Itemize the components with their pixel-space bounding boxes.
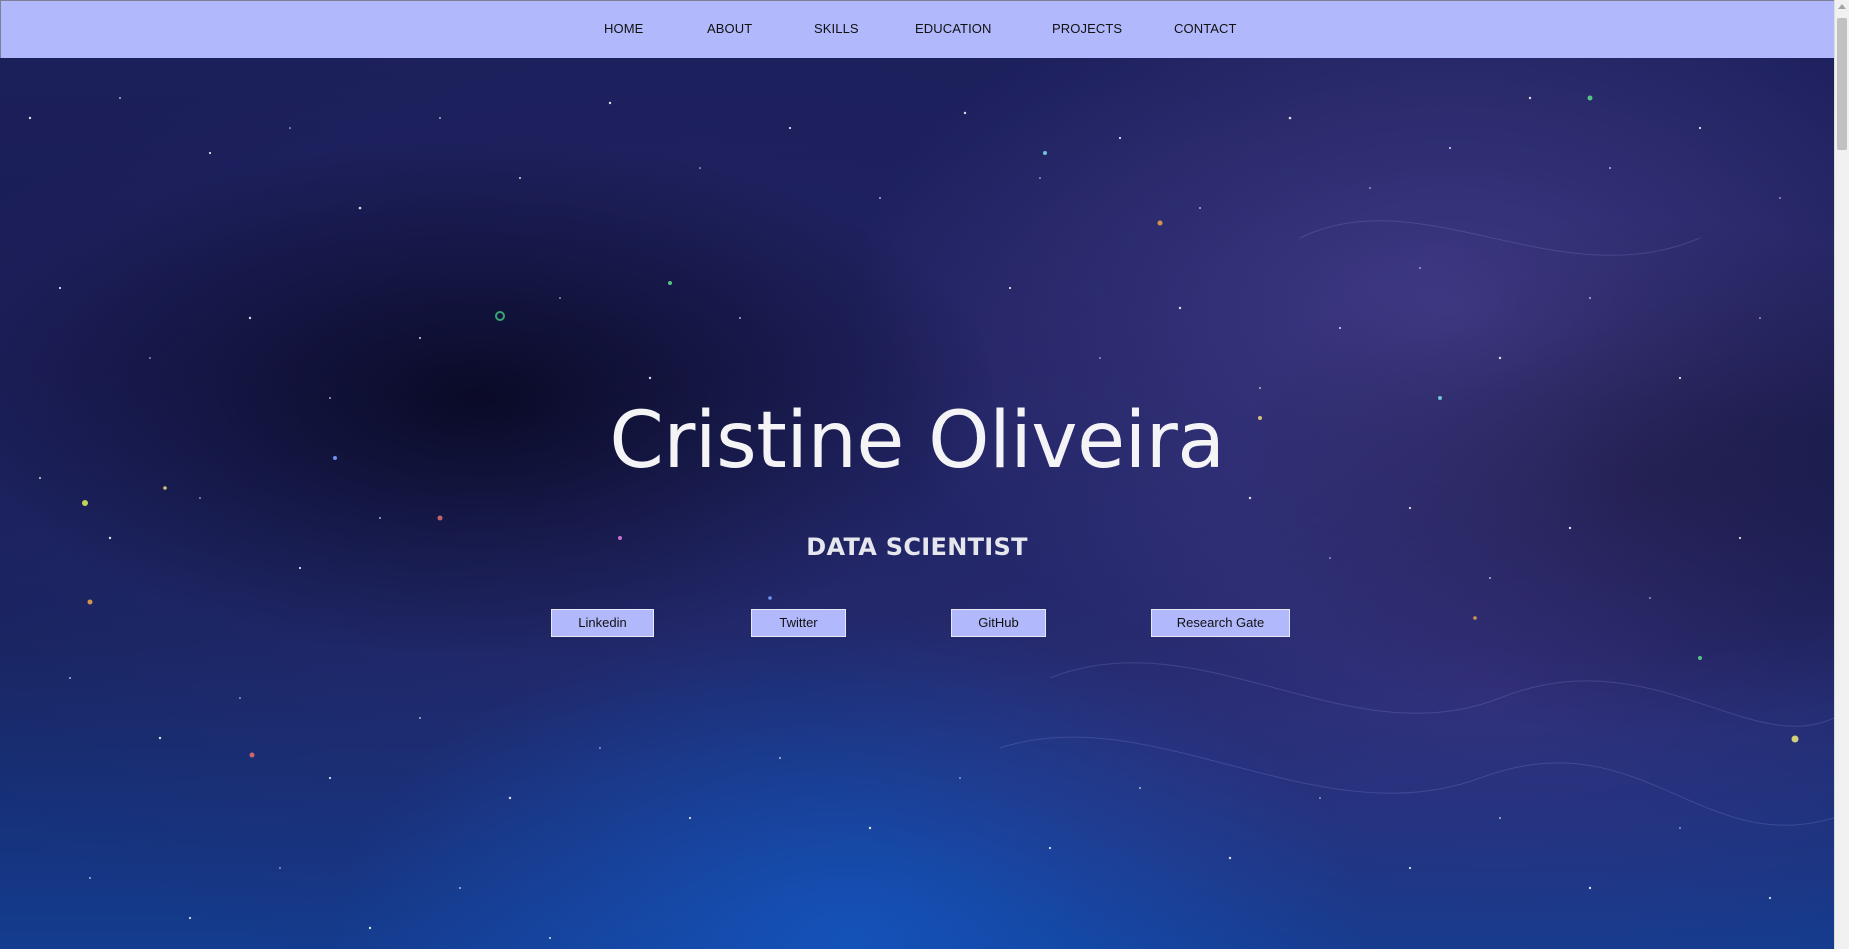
starfield-background <box>28 95 1834 939</box>
page-scrollbar[interactable] <box>1834 0 1849 949</box>
github-button[interactable]: GitHub <box>951 609 1046 637</box>
nav-contact-link[interactable]: CONTACT <box>1174 21 1237 36</box>
linkedin-button[interactable]: Linkedin <box>551 609 654 637</box>
research-gate-button[interactable]: Research Gate <box>1151 609 1290 637</box>
hero-section: Cristine Oliveira DATA SCIENTIST <box>0 58 1834 949</box>
hero-name-heading: Cristine Oliveira <box>609 396 1225 486</box>
hero-job-title: DATA SCIENTIST <box>806 533 1028 561</box>
scroll-up-arrow-icon[interactable] <box>1838 4 1846 9</box>
nav-skills-link[interactable]: SKILLS <box>814 21 859 36</box>
nav-education-link[interactable]: EDUCATION <box>915 21 992 36</box>
nav-projects-link[interactable]: PROJECTS <box>1052 21 1122 36</box>
scroll-thumb[interactable] <box>1837 18 1847 150</box>
twitter-button[interactable]: Twitter <box>751 609 846 637</box>
nav-home-link[interactable]: HOME <box>604 21 643 36</box>
top-navbar: HOME ABOUT SKILLS EDUCATION PROJECTS CON… <box>0 0 1834 58</box>
portfolio-page: HOME ABOUT SKILLS EDUCATION PROJECTS CON… <box>0 0 1849 949</box>
nav-about-link[interactable]: ABOUT <box>707 21 752 36</box>
